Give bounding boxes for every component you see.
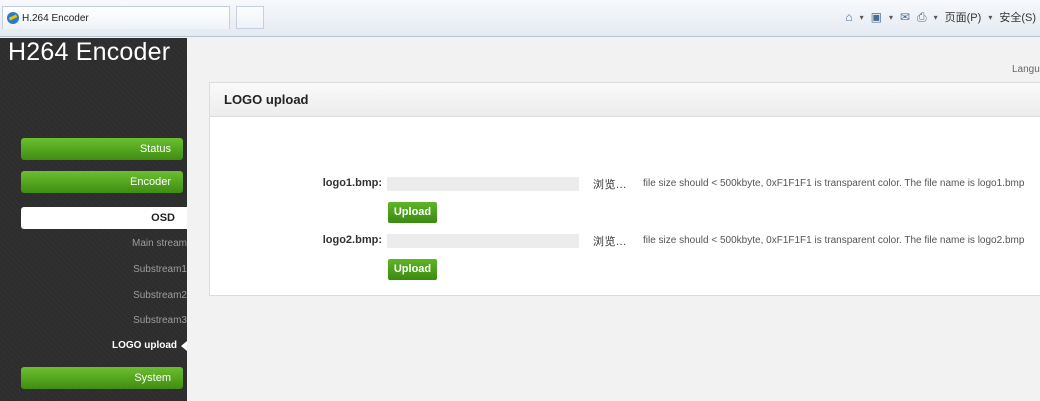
logo2-hint: file size should < 500kbyte, 0xF1F1F1 is…	[643, 235, 1025, 246]
nav-encoder-button[interactable]: Encoder	[21, 171, 183, 193]
current-item-arrow-icon	[181, 341, 187, 351]
chevron-down-icon[interactable]: ▾	[988, 13, 992, 22]
ie-page-icon	[7, 12, 19, 24]
logo2-browse-button[interactable]: 浏览...	[593, 233, 627, 249]
brand-title: H264 Encoder	[8, 38, 171, 66]
panel-title: LOGO upload	[210, 83, 1040, 117]
sidebar-item-substream1[interactable]: Substream1	[133, 264, 187, 275]
chevron-down-icon[interactable]: ▾	[934, 13, 938, 22]
command-bar: ⌂ ▾ ▣ ▾ ✉ ⎙ ▾ 页面(P) ▾ 安全(S)	[845, 9, 1036, 25]
feeds-icon[interactable]: ▣	[871, 10, 882, 24]
sidebar-item-main-stream[interactable]: Main stream	[132, 238, 187, 249]
language-label[interactable]: Langua	[1012, 64, 1040, 75]
browser-toolbar: H.264 Encoder ⌂ ▾ ▣ ▾ ✉ ⎙ ▾ 页面(P) ▾ 安全(S…	[0, 0, 1040, 37]
safety-menu[interactable]: 安全(S)	[999, 9, 1036, 25]
sidebar-item-logo-upload[interactable]: LOGO upload	[112, 340, 177, 351]
nav-status-button[interactable]: Status	[21, 138, 183, 160]
logo1-hint: file size should < 500kbyte, 0xF1F1F1 is…	[643, 178, 1025, 189]
logo2-upload-button[interactable]: Upload	[388, 259, 437, 280]
sidebar-item-substream3[interactable]: Substream3	[133, 315, 187, 326]
logo1-label: logo1.bmp:	[322, 177, 382, 189]
logo1-browse-button[interactable]: 浏览...	[593, 176, 627, 192]
chevron-down-icon[interactable]: ▾	[860, 13, 864, 22]
logo1-file-input[interactable]	[387, 177, 579, 191]
browser-tab[interactable]: H.264 Encoder	[2, 6, 230, 29]
browser-tab-title: H.264 Encoder	[22, 12, 89, 24]
mail-icon[interactable]: ✉	[900, 10, 910, 24]
nav-system-button[interactable]: System	[21, 367, 183, 389]
logo2-label: logo2.bmp:	[322, 234, 382, 246]
sidebar-item-substream2[interactable]: Substream2	[133, 290, 187, 301]
home-icon[interactable]: ⌂	[845, 10, 852, 24]
print-icon[interactable]: ⎙	[917, 10, 927, 25]
chevron-down-icon[interactable]: ▾	[889, 13, 893, 22]
new-tab-button[interactable]	[236, 6, 264, 29]
logo2-file-input[interactable]	[387, 234, 579, 248]
logo1-upload-button[interactable]: Upload	[388, 202, 437, 223]
nav-osd-button[interactable]: OSD	[21, 207, 187, 229]
page-menu[interactable]: 页面(P)	[945, 9, 982, 25]
